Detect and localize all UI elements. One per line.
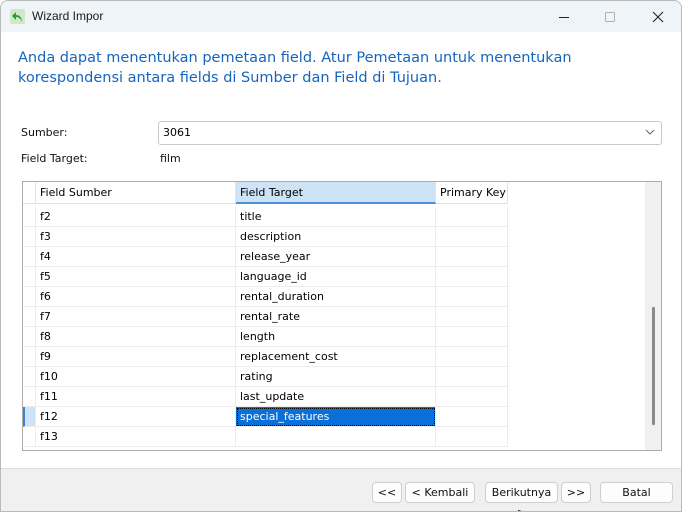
target-field-cell[interactable]: last_update xyxy=(236,387,436,407)
target-field-cell[interactable]: rental_rate xyxy=(236,307,436,327)
primary-key-cell[interactable] xyxy=(436,387,508,407)
source-field-cell[interactable]: f6 xyxy=(36,287,236,307)
source-field-cell[interactable]: f9 xyxy=(36,347,236,367)
row-indicator[interactable] xyxy=(23,387,36,407)
last-page-button[interactable]: >> xyxy=(561,482,591,503)
row-indicator-header xyxy=(23,182,36,204)
primary-key-cell[interactable] xyxy=(436,307,508,327)
primary-key-cell[interactable] xyxy=(436,407,508,427)
target-field-cell[interactable]: replacement_cost xyxy=(236,347,436,367)
table-row[interactable]: f7 rental_rate xyxy=(23,307,509,327)
primary-key-cell[interactable] xyxy=(436,267,508,287)
target-label: Field Target: xyxy=(21,152,88,165)
source-field-cell[interactable]: f10 xyxy=(36,367,236,387)
source-field-cell[interactable]: f11 xyxy=(36,387,236,407)
source-field-cell[interactable]: f2 xyxy=(36,207,236,227)
primary-key-cell[interactable] xyxy=(436,347,508,367)
first-page-button[interactable]: << xyxy=(372,482,402,503)
row-indicator[interactable] xyxy=(23,347,36,367)
target-field-cell[interactable]: description xyxy=(236,227,436,247)
source-field-cell[interactable]: f12 xyxy=(36,407,236,427)
close-icon xyxy=(652,11,664,22)
table-row[interactable]: f6 rental_duration xyxy=(23,287,509,307)
next-button[interactable]: Berikutnya > xyxy=(485,482,558,511)
row-indicator[interactable] xyxy=(23,367,36,387)
source-field-cell[interactable]: f4 xyxy=(36,247,236,267)
row-indicator[interactable] xyxy=(23,287,36,307)
primary-key-cell[interactable] xyxy=(436,427,508,447)
source-field-cell[interactable]: f13 xyxy=(36,427,236,447)
row-indicator[interactable] xyxy=(23,247,36,267)
table-row[interactable]: f13 xyxy=(23,427,509,447)
intro-text: Anda dapat menentukan pemetaan field. At… xyxy=(18,50,572,86)
column-header-primary-key[interactable]: Primary Key xyxy=(436,182,508,204)
minimize-icon xyxy=(559,16,569,18)
row-indicator[interactable] xyxy=(23,227,36,247)
target-field-cell[interactable]: release_year xyxy=(236,247,436,267)
target-field-cell[interactable]: rating xyxy=(236,367,436,387)
window-title: Wizard Impor xyxy=(32,9,104,23)
row-indicator[interactable] xyxy=(23,267,36,287)
row-indicator[interactable] xyxy=(23,407,36,427)
primary-key-cell[interactable] xyxy=(436,207,508,227)
minimize-button[interactable] xyxy=(541,1,587,32)
column-header-target[interactable]: Field Target xyxy=(236,182,436,204)
field-mapping-grid[interactable]: Field Sumber Field Target Primary Key f2… xyxy=(22,181,662,451)
table-row[interactable]: f11 last_update xyxy=(23,387,509,407)
target-field-cell[interactable]: special_features xyxy=(236,407,436,427)
table-row[interactable]: f8 length xyxy=(23,327,509,347)
primary-key-cell[interactable] xyxy=(436,327,508,347)
table-row[interactable]: f5 language_id xyxy=(23,267,509,287)
close-button[interactable] xyxy=(635,1,681,32)
row-indicator[interactable] xyxy=(23,207,36,227)
primary-key-cell[interactable] xyxy=(436,247,508,267)
primary-key-cell[interactable] xyxy=(436,227,508,247)
grid-header: Field Sumber Field Target Primary Key xyxy=(23,182,509,205)
title-bar: Wizard Impor xyxy=(1,1,681,32)
column-header-source[interactable]: Field Sumber xyxy=(36,182,236,204)
row-indicator[interactable] xyxy=(23,327,36,347)
cancel-button[interactable]: Batal xyxy=(600,482,673,503)
back-button[interactable]: < Kembali xyxy=(405,482,475,503)
maximize-icon xyxy=(605,11,615,22)
scrollbar-thumb[interactable] xyxy=(652,307,655,425)
target-field-cell[interactable]: language_id xyxy=(236,267,436,287)
vertical-scrollbar[interactable] xyxy=(645,182,661,450)
table-row[interactable]: f4 release_year xyxy=(23,247,509,267)
source-value: 3061 xyxy=(163,126,191,139)
row-indicator[interactable] xyxy=(23,307,36,327)
import-wizard-window: Wizard Impor Anda dapat menentukan pemet… xyxy=(0,0,682,512)
source-label: Sumber: xyxy=(21,126,68,139)
target-field-cell[interactable]: length xyxy=(236,327,436,347)
maximize-button[interactable] xyxy=(587,1,633,32)
target-field-cell[interactable] xyxy=(236,427,436,447)
wizard-back-arrow-icon xyxy=(10,9,25,24)
source-field-cell[interactable]: f5 xyxy=(36,267,236,287)
table-row[interactable]: f10 rating xyxy=(23,367,509,387)
table-row[interactable]: f3 description xyxy=(23,227,509,247)
source-field-cell[interactable]: f8 xyxy=(36,327,236,347)
target-value: film xyxy=(160,152,181,165)
row-indicator[interactable] xyxy=(23,427,36,447)
chevron-down-icon xyxy=(645,129,655,135)
source-field-cell[interactable]: f7 xyxy=(36,307,236,327)
primary-key-cell[interactable] xyxy=(436,367,508,387)
primary-key-cell[interactable] xyxy=(436,287,508,307)
table-row[interactable]: f2 title xyxy=(23,207,509,227)
source-combobox[interactable]: 3061 xyxy=(158,121,662,145)
table-row[interactable]: f9 replacement_cost xyxy=(23,347,509,367)
target-field-cell[interactable]: rental_duration xyxy=(236,287,436,307)
target-field-cell[interactable]: title xyxy=(236,207,436,227)
table-row[interactable]: f12 special_features xyxy=(23,407,509,427)
source-field-cell[interactable]: f3 xyxy=(36,227,236,247)
